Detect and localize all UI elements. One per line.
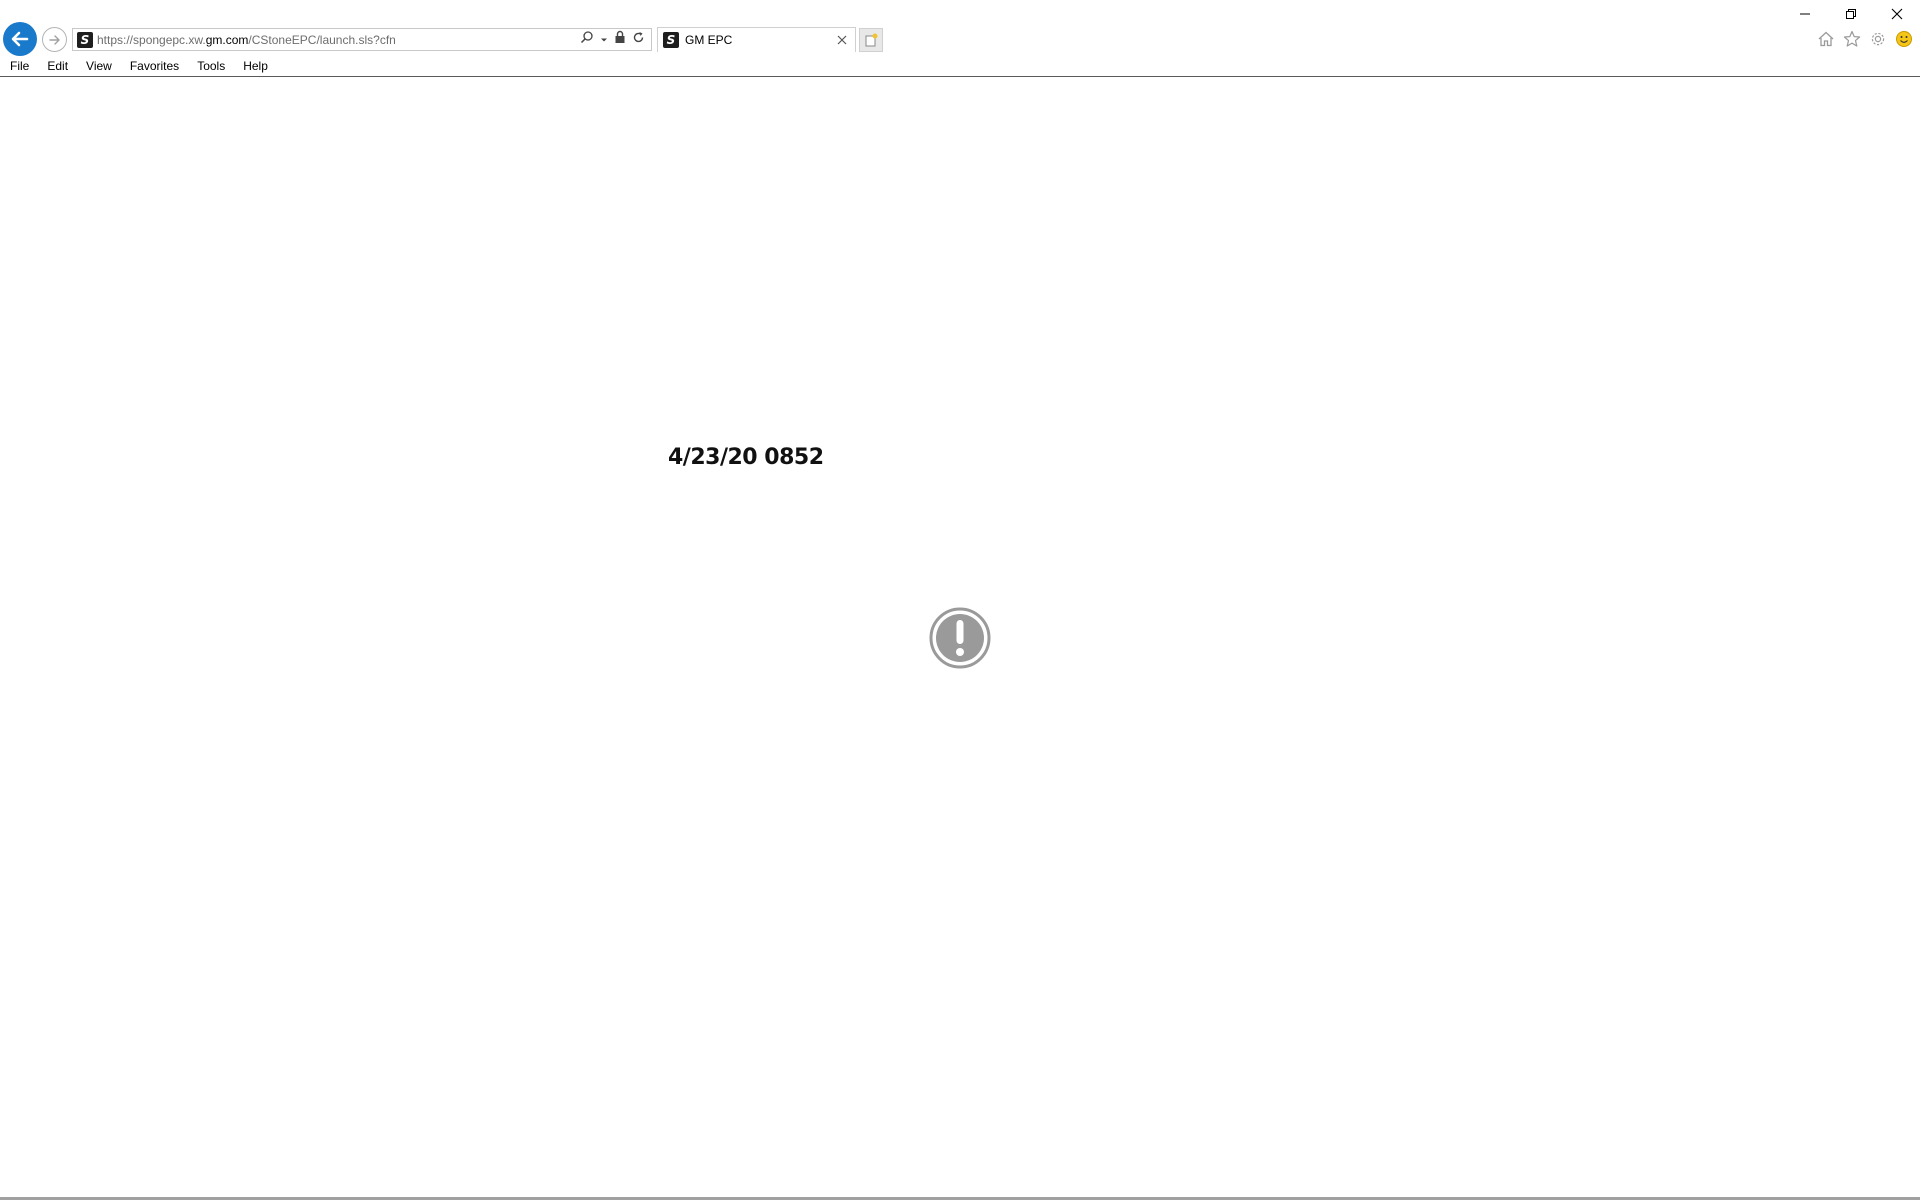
- tab-favicon-icon: S: [663, 32, 679, 48]
- minimize-icon: [1800, 13, 1810, 15]
- home-icon[interactable]: [1816, 29, 1836, 49]
- browser-chrome: S https://spongepc.xw.gm.com/CStoneEPC/l…: [0, 0, 1920, 77]
- tab-gm-epc[interactable]: S GM EPC: [657, 27, 856, 52]
- exclamation-circle-icon: [929, 607, 991, 669]
- tab-close-icon[interactable]: [835, 33, 849, 47]
- url-path: /CStoneEPC/launch.sls?cfn: [248, 32, 396, 47]
- url-text[interactable]: https://spongepc.xw.gm.com/CStoneEPC/lau…: [97, 33, 580, 47]
- forward-arrow-icon: [48, 34, 60, 45]
- refresh-icon[interactable]: [632, 31, 645, 49]
- new-tab-button[interactable]: [859, 28, 883, 52]
- url-prefix: https://spongepc.xw.: [97, 32, 206, 47]
- site-favicon-icon: S: [77, 31, 93, 48]
- menu-view[interactable]: View: [76, 56, 120, 76]
- restore-button[interactable]: [1828, 0, 1874, 28]
- menu-edit[interactable]: Edit: [37, 56, 76, 76]
- search-icon[interactable]: [580, 30, 594, 49]
- back-button[interactable]: [3, 22, 37, 56]
- menu-help[interactable]: Help: [233, 56, 276, 76]
- minimize-button[interactable]: [1782, 0, 1828, 28]
- close-icon: [1891, 8, 1903, 20]
- window-controls: [1782, 0, 1920, 28]
- smiley-icon[interactable]: [1894, 29, 1914, 49]
- address-bar[interactable]: S https://spongepc.xw.gm.com/CStoneEPC/l…: [72, 28, 652, 51]
- gear-icon[interactable]: [1868, 29, 1888, 49]
- back-arrow-icon: [11, 31, 29, 47]
- restore-icon: [1846, 9, 1856, 19]
- command-toolbar: [1816, 28, 1914, 50]
- menu-favorites[interactable]: Favorites: [120, 56, 187, 76]
- lock-icon[interactable]: [614, 30, 626, 49]
- tab-title: GM EPC: [685, 33, 733, 47]
- forward-button[interactable]: [42, 27, 67, 52]
- url-host: gm.com: [205, 32, 249, 47]
- search-dropdown-icon[interactable]: [600, 31, 608, 49]
- close-window-button[interactable]: [1874, 0, 1920, 28]
- menu-tools[interactable]: Tools: [187, 56, 233, 76]
- timestamp-text: 4/23/20 0852: [668, 445, 824, 470]
- menu-file[interactable]: File: [0, 56, 37, 76]
- menu-bar: File Edit View Favorites Tools Help: [0, 56, 276, 76]
- star-icon[interactable]: [1842, 29, 1862, 49]
- new-tab-icon: [865, 33, 878, 47]
